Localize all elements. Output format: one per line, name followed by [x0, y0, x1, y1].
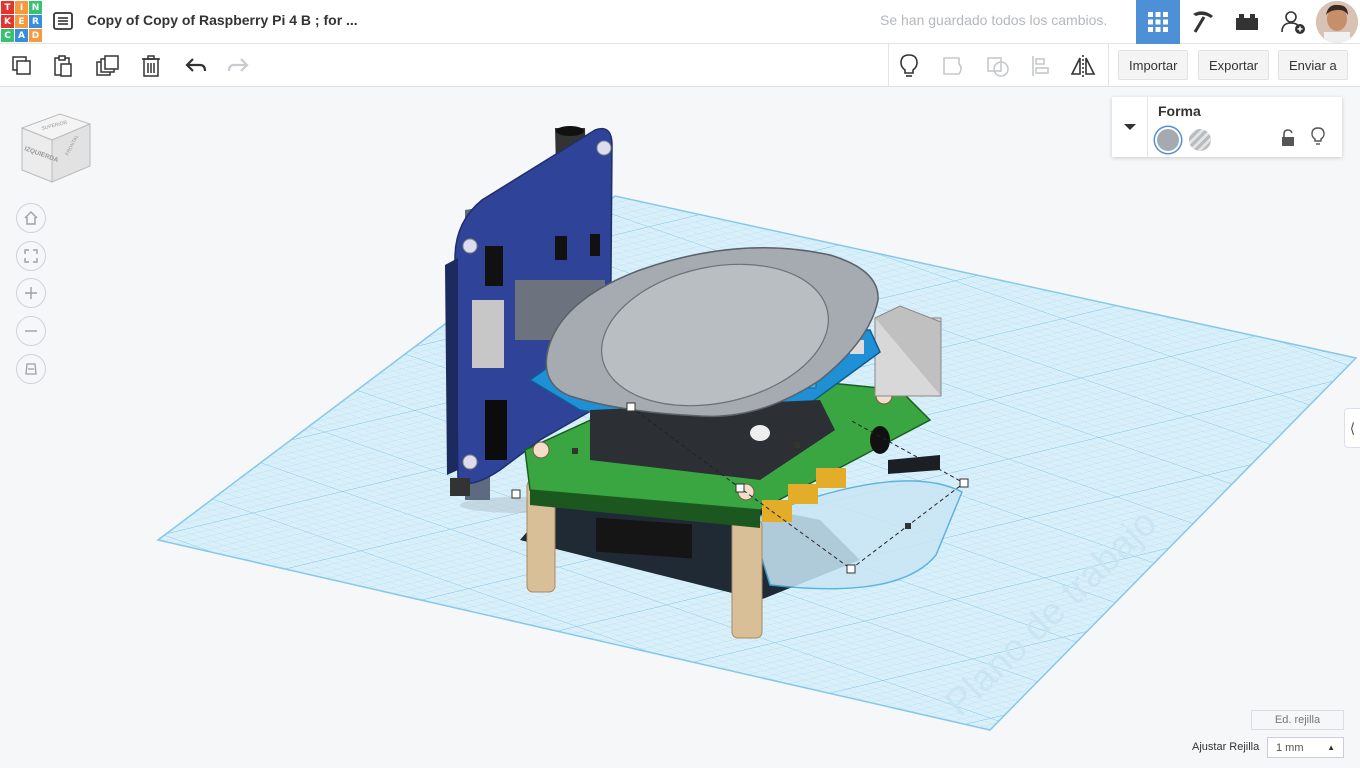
import-button[interactable]: Importar — [1118, 50, 1189, 80]
shape-panel: Forma — [1112, 97, 1342, 157]
bricks-icon[interactable] — [1225, 0, 1269, 44]
zoom-out-icon — [25, 330, 37, 332]
pickaxe-icon[interactable] — [1181, 0, 1225, 44]
paste-icon[interactable] — [47, 50, 79, 82]
export-button[interactable]: Exportar — [1198, 50, 1270, 80]
logo-letter: T — [1, 1, 14, 14]
logo-letter: D — [29, 29, 42, 42]
snap-grid-value: 1 mm — [1276, 741, 1304, 754]
perspective-icon — [25, 363, 37, 375]
zoom-in-icon — [25, 287, 37, 299]
mirror-icon[interactable] — [1067, 50, 1099, 82]
fit-view-icon — [24, 249, 38, 263]
logo-letter: I — [15, 1, 28, 14]
grid-view-icon[interactable] — [1136, 0, 1180, 44]
visibility-bulb-icon[interactable] — [1310, 127, 1326, 147]
logo-letter: K — [1, 15, 14, 28]
solid-color-swatch[interactable] — [1157, 129, 1179, 151]
logo-letter: C — [1, 29, 14, 42]
save-status: Se han guardado todos los cambios. — [880, 12, 1108, 28]
perspective-button[interactable] — [16, 354, 46, 384]
logo-letter: E — [15, 15, 28, 28]
zoom-in-button[interactable] — [16, 278, 46, 308]
edit-grid-button[interactable]: Ed. rejilla — [1251, 710, 1344, 730]
design-title[interactable]: Copy of Copy of Raspberry Pi 4 B ; for .… — [87, 12, 358, 28]
undo-icon[interactable] — [180, 50, 212, 82]
workplane-viewport[interactable]: Plano de trabajo — [0, 88, 1360, 768]
view-cube[interactable]: SUPERIOR IZQUIERDA FRONTAL — [16, 110, 94, 190]
home-view-button[interactable] — [16, 203, 46, 233]
zoom-out-button[interactable] — [16, 316, 46, 346]
ungroup-icon[interactable] — [982, 50, 1014, 82]
tinkercad-editor: TIN KER CAD Copy of Copy of Raspberry Pi 4… — [0, 0, 1360, 768]
align-icon[interactable] — [1025, 50, 1057, 82]
top-bar: TIN KER CAD Copy of Copy of Raspberry Pi 4… — [0, 0, 1360, 44]
fit-view-button[interactable] — [16, 241, 46, 271]
add-user-icon[interactable] — [1271, 0, 1315, 44]
lightbulb-icon[interactable] — [893, 50, 925, 82]
side-panel-toggle[interactable]: ⟨ — [1344, 408, 1360, 448]
shape-panel-title: Forma — [1158, 103, 1201, 119]
send-to-button[interactable]: Enviar a — [1278, 50, 1348, 80]
snap-grid-select[interactable]: 1 mm ▲ — [1267, 737, 1344, 758]
trash-icon[interactable] — [135, 50, 167, 82]
lock-icon[interactable] — [1280, 129, 1296, 147]
logo-letter: R — [29, 15, 42, 28]
copy-icon[interactable] — [6, 50, 38, 82]
chevron-down-icon — [1123, 124, 1136, 130]
chevron-left-icon: ⟨ — [1349, 419, 1356, 436]
caret-icon: ▲ — [1327, 743, 1335, 752]
user-avatar[interactable] — [1316, 1, 1358, 43]
design-list-icon[interactable] — [52, 10, 74, 32]
duplicate-icon[interactable] — [92, 50, 124, 82]
tinkercad-logo[interactable]: TIN KER CAD — [1, 1, 42, 42]
home-icon — [24, 211, 38, 225]
group-icon[interactable] — [938, 50, 970, 82]
redo-icon[interactable] — [222, 50, 254, 82]
logo-letter: A — [15, 29, 28, 42]
hole-swatch[interactable] — [1189, 129, 1211, 151]
snap-grid-label: Ajustar Rejilla — [1192, 741, 1260, 753]
panel-collapse-button[interactable] — [1112, 97, 1148, 157]
logo-letter: N — [29, 1, 42, 14]
